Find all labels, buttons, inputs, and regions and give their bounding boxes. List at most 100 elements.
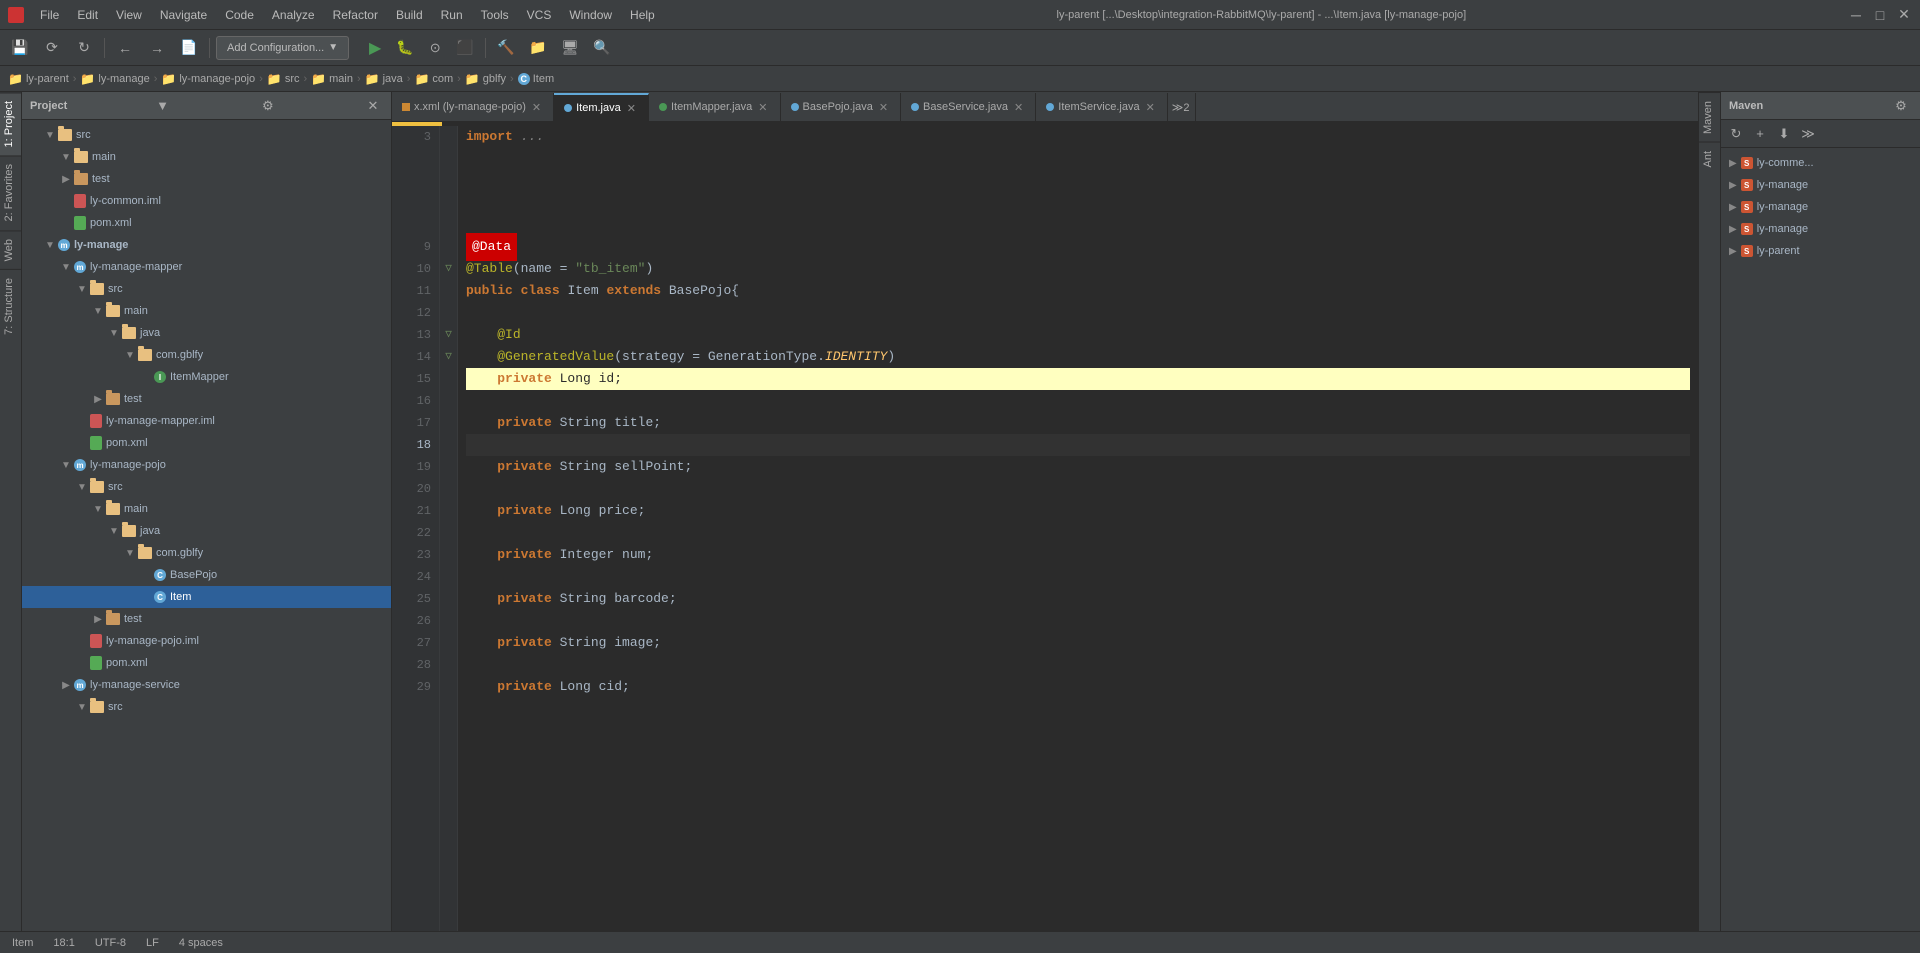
tab-ant-right[interactable]: Ant [1699, 142, 1720, 176]
breadcrumb-gblfy[interactable]: 📁 gblfy [465, 72, 506, 86]
gutter-collapse[interactable]: ▽ [440, 258, 457, 280]
breadcrumb-item-class[interactable]: C Item [518, 73, 554, 85]
code-editor[interactable]: 3 9 10 11 12 13 14 15 16 17 18 19 20 21 … [392, 126, 1698, 931]
maven-item-ly-parent[interactable]: ▶ S ly-parent [1721, 240, 1920, 262]
project-options-button[interactable]: ▼ [153, 96, 173, 116]
menu-edit[interactable]: Edit [69, 6, 106, 24]
menu-view[interactable]: View [108, 6, 150, 24]
menu-file[interactable]: File [32, 6, 67, 24]
maven-item-ly-manage-2[interactable]: ▶ S ly-manage [1721, 196, 1920, 218]
tree-item-ly-manage-pojo[interactable]: ▼ m ly-manage-pojo [22, 454, 391, 476]
status-position[interactable]: 18:1 [49, 937, 78, 949]
breadcrumb-ly-manage[interactable]: 📁 ly-manage [80, 72, 149, 86]
status-indent[interactable]: 4 spaces [175, 937, 227, 949]
menu-build[interactable]: Build [388, 6, 431, 24]
tab-web[interactable]: Web [0, 230, 21, 269]
menu-refactor[interactable]: Refactor [325, 6, 386, 24]
tab-xml[interactable]: x.xml (ly-manage-pojo) ✕ [392, 93, 554, 121]
close-button[interactable]: ✕ [1896, 7, 1912, 23]
maven-expand-button[interactable]: ≫ [1797, 123, 1819, 145]
project-gear-button[interactable]: ✕ [363, 96, 383, 116]
tab-close-button[interactable]: ✕ [1012, 101, 1025, 114]
tab-base-pojo[interactable]: BasePojo.java ✕ [781, 93, 902, 121]
tree-item-main[interactable]: ▼ main [22, 146, 391, 168]
tree-item-java-3[interactable]: ▼ java [22, 520, 391, 542]
menu-window[interactable]: Window [561, 6, 620, 24]
maven-download-button[interactable]: ⬇ [1773, 123, 1795, 145]
add-configuration-button[interactable]: Add Configuration... ▼ [216, 36, 349, 60]
search-everywhere-button[interactable]: 📁 [524, 34, 552, 62]
code-content[interactable]: import ... @Data @Table(name = "tb_item"… [458, 126, 1698, 931]
menu-run[interactable]: Run [433, 6, 471, 24]
tree-item-pom-1[interactable]: pom.xml [22, 212, 391, 234]
breadcrumb-main[interactable]: 📁 main [311, 72, 353, 86]
tree-item-main-2[interactable]: ▼ main [22, 300, 391, 322]
menu-navigate[interactable]: Navigate [152, 6, 215, 24]
tree-item-ly-manage-pojo-iml[interactable]: ly-manage-pojo.iml [22, 630, 391, 652]
tree-item-base-pojo[interactable]: C BasePojo [22, 564, 391, 586]
maven-item-ly-manage-3[interactable]: ▶ S ly-manage [1721, 218, 1920, 240]
tree-item-test-3[interactable]: ▶ test [22, 608, 391, 630]
tab-base-service[interactable]: BaseService.java ✕ [901, 93, 1036, 121]
tab-item-java[interactable]: Item.java ✕ [554, 93, 649, 121]
menu-code[interactable]: Code [217, 6, 262, 24]
project-settings-button[interactable]: ⚙ [258, 96, 278, 116]
synchronize-button[interactable]: ⟳ [38, 34, 66, 62]
tree-item-ly-manage-service[interactable]: ▶ m ly-manage-service [22, 674, 391, 696]
breadcrumb-ly-manage-pojo[interactable]: 📁 ly-manage-pojo [161, 72, 255, 86]
run-with-coverage-button[interactable]: ⊙ [421, 34, 449, 62]
tab-maven-right[interactable]: Maven [1699, 92, 1720, 142]
tree-item-com-gblfy-2[interactable]: ▼ com.gblfy [22, 542, 391, 564]
tree-item-pom-3[interactable]: pom.xml [22, 652, 391, 674]
menu-help[interactable]: Help [622, 6, 663, 24]
maven-refresh-button[interactable]: ↻ [1725, 123, 1747, 145]
tree-item-java-2[interactable]: ▼ java [22, 322, 391, 344]
tree-item-src-3[interactable]: ▼ src [22, 476, 391, 498]
tab-close-button[interactable]: ✕ [756, 101, 769, 114]
maven-item-ly-comme[interactable]: ▶ S ly-comme... [1721, 152, 1920, 174]
tree-item-main-3[interactable]: ▼ main [22, 498, 391, 520]
tab-structure[interactable]: 7: Structure [0, 269, 21, 343]
menu-vcs[interactable]: VCS [519, 6, 560, 24]
build-button[interactable]: 🔨 [492, 34, 520, 62]
status-line-sep[interactable]: LF [142, 937, 163, 949]
tree-item-ly-manage[interactable]: ▼ m ly-manage [22, 234, 391, 256]
restore-button[interactable]: □ [1872, 7, 1888, 23]
breadcrumb-src[interactable]: 📁 src [267, 72, 300, 86]
tab-item-mapper[interactable]: ItemMapper.java ✕ [649, 93, 781, 121]
recent-files-button[interactable]: 📄 [175, 34, 203, 62]
maven-settings-button[interactable]: ⚙ [1890, 95, 1912, 117]
tree-item-test[interactable]: ▶ test [22, 168, 391, 190]
save-all-button[interactable]: 💾 [6, 34, 34, 62]
tab-close-button[interactable]: ✕ [625, 102, 638, 115]
tree-item-com-gblfy[interactable]: ▼ com.gblfy [22, 344, 391, 366]
search-button[interactable]: 🔍 [588, 34, 616, 62]
menu-analyze[interactable]: Analyze [264, 6, 323, 24]
breadcrumb-com[interactable]: 📁 com [414, 72, 453, 86]
tree-item-ly-manage-mapper-iml[interactable]: ly-manage-mapper.iml [22, 410, 391, 432]
back-button[interactable]: ← [111, 34, 139, 62]
refresh-button[interactable]: ↻ [70, 34, 98, 62]
tree-item-src-2[interactable]: ▼ src [22, 278, 391, 300]
tree-item-ly-common-iml[interactable]: ly-common.iml [22, 190, 391, 212]
tree-item-test-2[interactable]: ▶ test [22, 388, 391, 410]
maven-item-ly-manage-1[interactable]: ▶ S ly-manage [1721, 174, 1920, 196]
maven-add-button[interactable]: + [1749, 123, 1771, 145]
tree-item-ly-manage-mapper[interactable]: ▼ m ly-manage-mapper [22, 256, 391, 278]
tree-item-src[interactable]: ▼ src [22, 124, 391, 146]
tab-close-button[interactable]: ✕ [530, 101, 543, 114]
terminal-button[interactable]: 🖥 [556, 34, 584, 62]
tree-item-item-mapper[interactable]: I ItemMapper [22, 366, 391, 388]
tab-close-button[interactable]: ✕ [877, 101, 890, 114]
tree-item-item[interactable]: C Item [22, 586, 391, 608]
tab-project[interactable]: 1: Project [0, 92, 21, 155]
tree-item-pom-2[interactable]: pom.xml [22, 432, 391, 454]
debug-button[interactable]: 🐛 [391, 34, 419, 62]
tree-item-src-4[interactable]: ▼ src [22, 696, 391, 718]
tab-favorites[interactable]: 2: Favorites [0, 155, 21, 229]
tab-close-button[interactable]: ✕ [1144, 101, 1157, 114]
status-encoding[interactable]: UTF-8 [91, 937, 130, 949]
stop-button[interactable]: ⬛ [451, 34, 479, 62]
breadcrumb-ly-parent[interactable]: 📁 ly-parent [8, 72, 69, 86]
minimize-button[interactable]: ─ [1848, 7, 1864, 23]
